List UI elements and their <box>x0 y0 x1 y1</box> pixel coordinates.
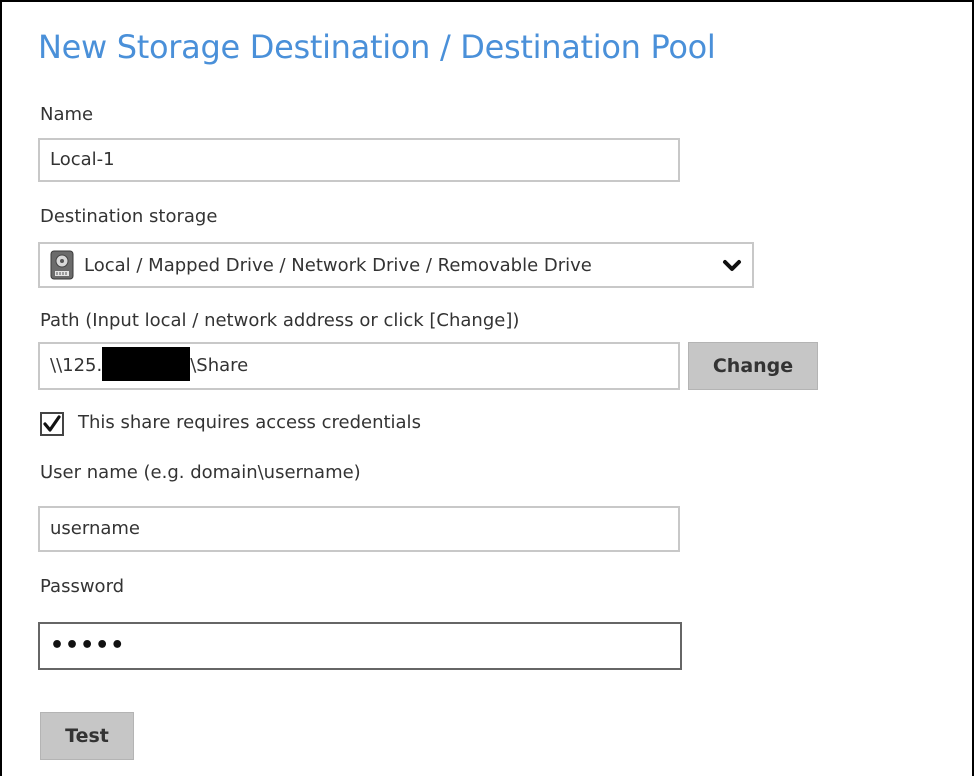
change-button[interactable]: Change <box>688 342 818 390</box>
credentials-checkbox-label[interactable]: This share requires access credentials <box>78 412 421 433</box>
username-input[interactable]: username <box>38 506 680 552</box>
test-button[interactable]: Test <box>40 712 134 760</box>
path-value-prefix: \\125. <box>50 355 103 376</box>
path-label: Path (Input local / network address or c… <box>40 310 520 331</box>
password-value: ••••• <box>50 633 126 658</box>
credentials-checkbox[interactable] <box>40 412 64 436</box>
checkmark-icon <box>43 415 61 432</box>
hard-drive-icon <box>50 250 74 280</box>
destination-storage-select[interactable]: Local / Mapped Drive / Network Drive / R… <box>38 242 754 288</box>
name-input[interactable]: Local-1 <box>38 138 680 182</box>
destination-storage-label: Destination storage <box>40 206 218 227</box>
password-label: Password <box>40 576 125 597</box>
password-input[interactable]: ••••• <box>38 622 682 670</box>
redaction-block <box>102 347 191 381</box>
dialog-title: New Storage Destination / Destination Po… <box>38 28 716 66</box>
username-label: User name (e.g. domain\username) <box>40 462 361 483</box>
path-input[interactable]: \\125. \Share <box>38 342 680 390</box>
path-value-suffix: \Share <box>190 355 249 376</box>
name-label: Name <box>40 104 94 125</box>
destination-storage-value: Local / Mapped Drive / Network Drive / R… <box>84 254 592 276</box>
chevron-down-icon[interactable] <box>722 256 742 276</box>
